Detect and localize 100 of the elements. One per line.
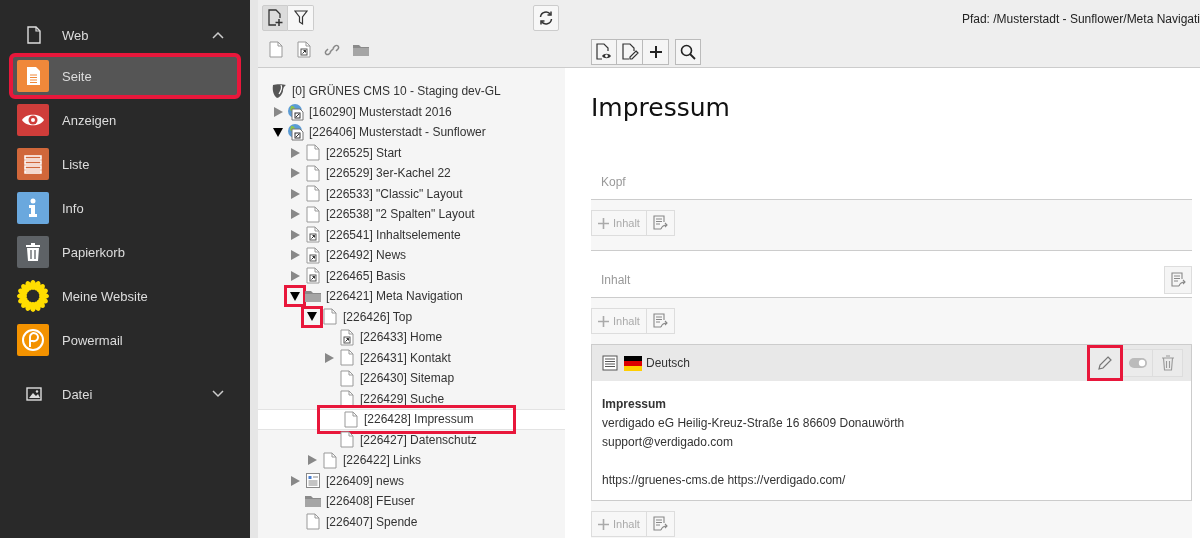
refresh-button[interactable] [533, 5, 559, 31]
paste-icon [652, 215, 669, 231]
plus-icon [598, 315, 609, 327]
plus-icon [598, 217, 609, 229]
page-pencil-icon [620, 43, 639, 61]
visibility-toggle-button[interactable] [1123, 349, 1153, 377]
highlighted-page-label: [226428] Impressum [320, 407, 514, 431]
collapsed-toggle-icon[interactable] [288, 186, 302, 201]
page-icon [321, 308, 339, 326]
folder-icon [304, 288, 322, 305]
page-icon [304, 164, 322, 182]
tree-row[interactable]: [226529] 3er-Kachel 22 [258, 163, 565, 184]
search-button[interactable] [675, 39, 701, 65]
page-icon [321, 451, 339, 469]
module-menu-item[interactable]: Anzeigen [12, 100, 238, 140]
paste-icon [1170, 272, 1186, 288]
collapsed-toggle-icon[interactable] [288, 166, 302, 181]
paste-button[interactable] [1164, 266, 1192, 294]
tree-row[interactable]: [160290] Musterstadt 2016 [258, 101, 565, 122]
paste-button[interactable] [646, 511, 675, 537]
page-eye-icon [595, 43, 613, 61]
module-menu-item[interactable]: Seite [12, 56, 238, 96]
tree-row[interactable]: [226429] Suche [258, 388, 565, 409]
tree-row[interactable]: [226433] Home [258, 327, 565, 348]
collapsed-toggle-icon[interactable] [288, 248, 302, 263]
add-button[interactable] [643, 39, 669, 65]
edit-page-button[interactable] [617, 39, 643, 65]
shortcut-page-icon [304, 246, 322, 264]
trash-icon [1160, 355, 1175, 371]
page-icon [338, 349, 356, 367]
page-icon [342, 410, 360, 428]
page-icon [304, 185, 322, 203]
view-page-button[interactable] [591, 39, 617, 65]
module-menu-item[interactable]: Papierkorb [12, 232, 238, 272]
tree-row[interactable]: [226533] "Classic" Layout [258, 183, 565, 204]
plus-icon [598, 518, 609, 530]
new-page-button[interactable] [262, 5, 288, 31]
paste-button[interactable] [646, 308, 675, 334]
delete-button[interactable] [1153, 349, 1183, 377]
globe-page-icon [287, 102, 305, 121]
page-icon[interactable] [268, 41, 284, 58]
switch-icon [1128, 358, 1147, 368]
module-group-label: Datei [62, 386, 94, 402]
tree-row[interactable]: [226408] FEuser [258, 491, 565, 512]
tree-row[interactable]: [226407] Spende [258, 511, 565, 532]
plus-icon [648, 45, 663, 59]
tree-row[interactable]: [226525] Start [258, 142, 565, 163]
tree-row[interactable]: [226409] news [258, 470, 565, 491]
globe-page-icon [287, 123, 305, 142]
collapsed-toggle-icon[interactable] [288, 227, 302, 242]
tree-row[interactable]: [226431] Kontakt [258, 347, 565, 368]
tree-row[interactable]: [226422] Links [258, 450, 565, 471]
news-list-icon [304, 472, 322, 490]
module-menu-item[interactable]: Meine Website [12, 276, 238, 316]
tree-row[interactable]: [226427] Datenschutz [258, 429, 565, 450]
tree-row[interactable]: [226421] Meta Navigation [258, 286, 565, 307]
content-text-line: verdigado eG Heilig-Kreuz-Straße 16 86609 Donauwörth [602, 415, 906, 432]
shortcut-page-icon [304, 267, 322, 285]
column-label: Inhalt [601, 273, 631, 287]
filter-button[interactable] [288, 5, 314, 31]
shortcut-page-icon[interactable] [296, 41, 312, 58]
content-heading: Impressum [602, 396, 668, 413]
tree-row[interactable]: [226465] Basis [258, 265, 565, 286]
collapsed-toggle-icon[interactable] [288, 473, 302, 488]
module-group-header[interactable]: Datei [0, 382, 250, 406]
content-text-line: https://gruenes-cms.de https://verdigado.com/ [602, 472, 847, 489]
collapsed-toggle-icon[interactable] [288, 207, 302, 222]
tree-row[interactable]: [226406] Musterstadt - Sunflower [258, 122, 565, 143]
collapsed-toggle-icon[interactable] [305, 453, 319, 468]
page-title: Impressum [591, 93, 731, 124]
page-icon [304, 144, 322, 162]
paste-icon [652, 313, 669, 329]
page-path: Pfad: /Musterstadt - Sunflower/Meta Navigati [960, 11, 1200, 28]
folder-icon [304, 493, 322, 510]
tree-row[interactable]: [0] GRÜNES CMS 10 - Staging dev-GL [258, 81, 565, 102]
module-group-header[interactable]: Web [0, 23, 250, 47]
tree-row[interactable]: [226492] News [258, 245, 565, 266]
edit-button[interactable] [1087, 345, 1123, 381]
flag-icon [624, 355, 642, 371]
tree-row[interactable]: [226538] "2 Spalten" Layout [258, 204, 565, 225]
refresh-icon [538, 10, 554, 26]
page-icon [338, 369, 356, 387]
new-page-icon [267, 9, 283, 27]
filter-icon [293, 10, 308, 26]
module-menu-item[interactable]: Liste [12, 144, 238, 184]
language-label: Deutsch [646, 356, 692, 370]
tree-row[interactable]: [226541] Inhaltselemente [258, 224, 565, 245]
module-menu-item[interactable]: Info [12, 188, 238, 228]
page-icon [304, 205, 322, 223]
content-text-line: support@verdigado.com [602, 434, 734, 451]
collapsed-toggle-icon[interactable] [271, 104, 285, 119]
collapsed-toggle-icon[interactable] [288, 145, 302, 160]
collapsed-toggle-icon[interactable] [288, 268, 302, 283]
module-group-label: Web [62, 27, 90, 43]
collapsed-toggle-icon[interactable] [322, 350, 336, 365]
module-menu-item[interactable]: Powermail [12, 320, 238, 360]
paste-button[interactable] [646, 210, 675, 236]
shortcut-page-icon [304, 226, 322, 244]
tree-row[interactable]: [226426] Top [258, 306, 565, 327]
tree-row[interactable]: [226430] Sitemap [258, 368, 565, 389]
